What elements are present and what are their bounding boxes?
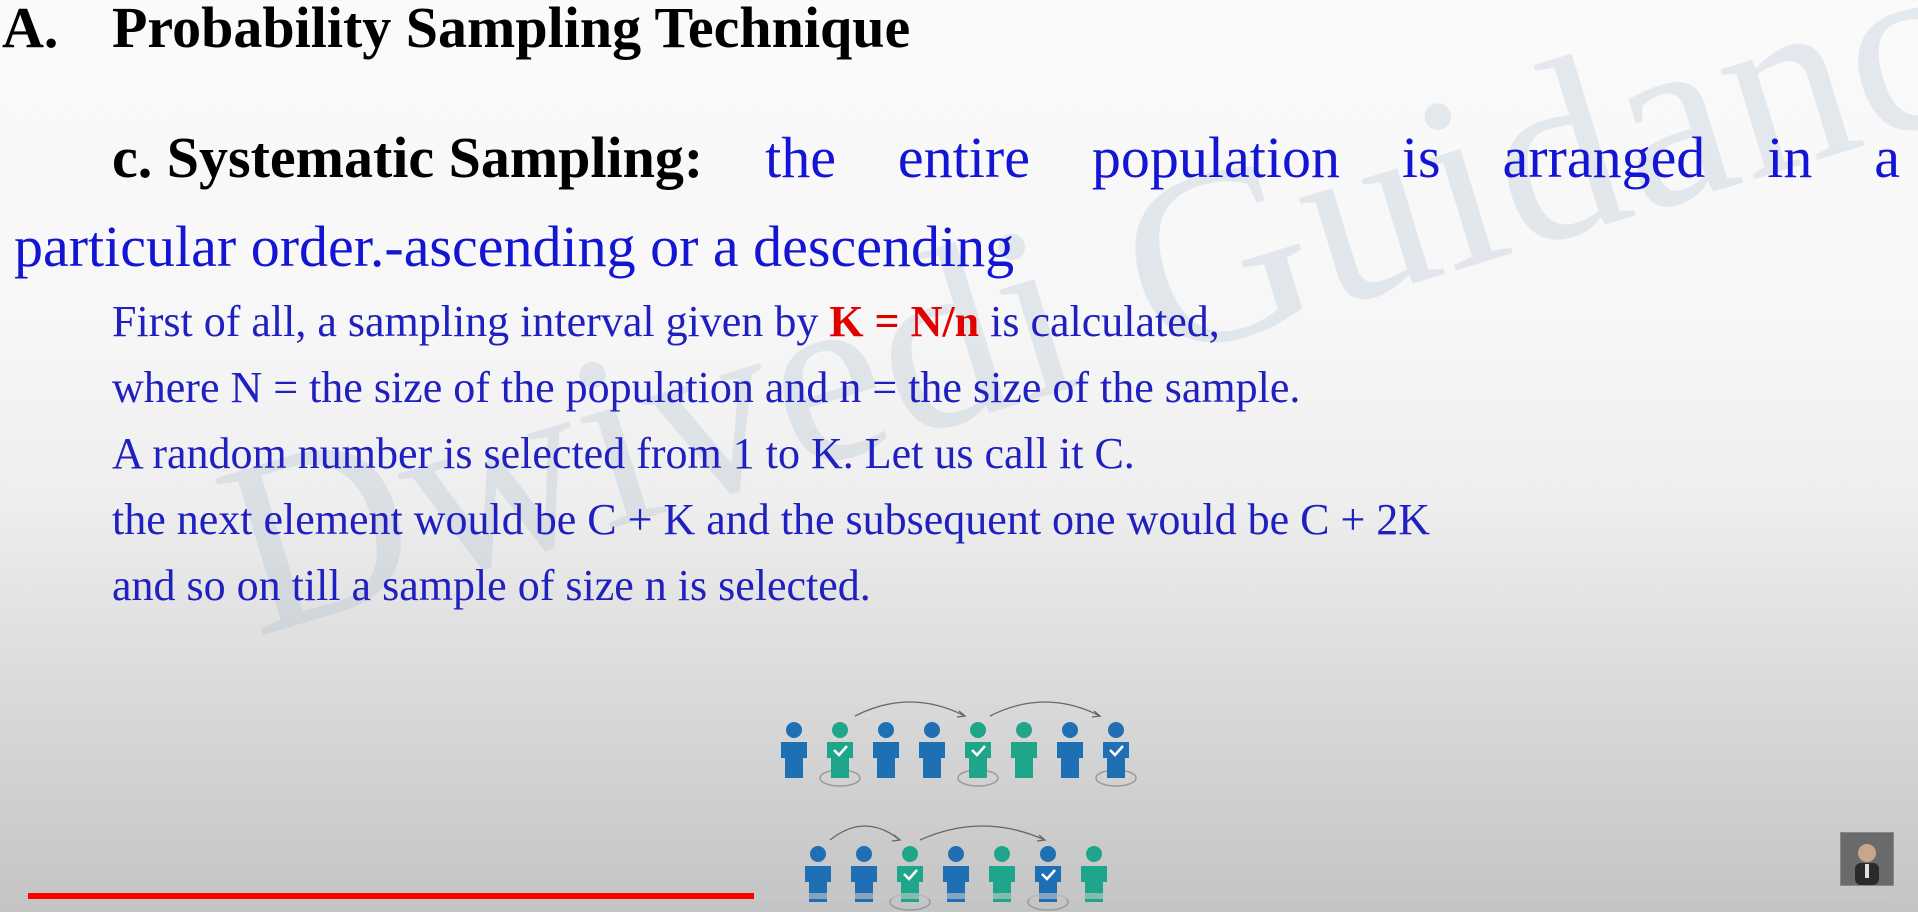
person-icon xyxy=(805,846,831,902)
subheading-word: entire xyxy=(897,125,1030,190)
body-line-3: A random number is selected from 1 to K.… xyxy=(112,429,1135,478)
formula-k: K = N/n xyxy=(829,297,980,346)
sampling-arrow xyxy=(829,825,901,841)
body-line-2: where N = the size of the population and… xyxy=(112,363,1301,412)
video-progress-bar[interactable] xyxy=(28,893,1890,899)
heading-title: Probability Sampling Technique xyxy=(112,0,911,60)
person-icon xyxy=(873,722,899,778)
person-icon xyxy=(989,846,1015,902)
slide: Dwivedi Guidance A. Probability Sampling … xyxy=(0,0,1918,912)
subheading-word: is xyxy=(1401,125,1441,190)
subheading-word: arranged xyxy=(1502,125,1706,190)
subheading-word: population xyxy=(1091,125,1340,190)
body-line-1-before: First of all, a sampling interval given … xyxy=(112,297,830,346)
people-row-1 xyxy=(781,701,1137,787)
selected-person-icon xyxy=(957,722,999,787)
subheading-word: a xyxy=(1874,125,1900,190)
person-icon xyxy=(851,846,877,902)
sampling-arrow xyxy=(919,825,1046,841)
sampling-arrow xyxy=(989,701,1101,717)
subheading-label: c. Systematic Sampling: xyxy=(112,125,704,190)
presenter-thumbnail[interactable] xyxy=(1840,832,1894,886)
selected-person-icon xyxy=(1027,846,1069,911)
selected-person-icon xyxy=(889,846,931,911)
person-icon xyxy=(943,846,969,902)
systematic-sampling-illustration xyxy=(781,701,1137,911)
person-icon xyxy=(1081,846,1107,902)
person-icon xyxy=(781,722,807,778)
heading-letter: A. xyxy=(2,0,59,60)
presenter-avatar-icon xyxy=(1841,833,1893,885)
subheading-line-1: c. Systematic Sampling: the entire popul… xyxy=(112,124,1900,191)
selected-person-icon xyxy=(1095,722,1137,787)
sampling-arrow xyxy=(854,701,966,717)
person-icon xyxy=(1057,722,1083,778)
person-icon xyxy=(1011,722,1037,778)
subheading-line-2: particular order.-ascending or a descend… xyxy=(14,214,1015,279)
video-progress-fill xyxy=(28,893,755,899)
body-line-5: and so on till a sample of size n is sel… xyxy=(112,561,871,610)
subheading-word: the xyxy=(765,125,837,190)
slide-heading: A. Probability Sampling Technique xyxy=(2,0,910,61)
body-line-4: the next element would be C + K and the … xyxy=(112,495,1431,544)
body-line-1: First of all, a sampling interval given … xyxy=(112,296,1220,347)
person-icon xyxy=(919,722,945,778)
subheading-word: in xyxy=(1767,125,1813,190)
body-line-1-after: is calculated, xyxy=(979,297,1220,346)
selected-person-icon xyxy=(819,722,861,787)
